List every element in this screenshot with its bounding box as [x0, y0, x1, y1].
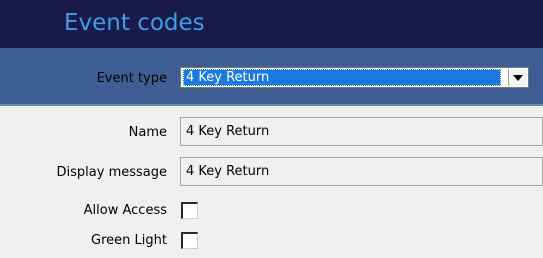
display-message-label: Display message — [56, 165, 167, 180]
allow-access-checkbox[interactable] — [181, 202, 198, 219]
display-message-field[interactable]: 4 Key Return — [180, 157, 543, 186]
green-light-label: Green Light — [91, 233, 167, 248]
event-type-selected-value[interactable]: 4 Key Return — [183, 69, 501, 86]
event-type-select[interactable]: 4 Key Return — [180, 67, 529, 88]
divider — [0, 104, 543, 106]
page-title: Event codes — [64, 10, 205, 36]
name-field[interactable]: 4 Key Return — [180, 117, 543, 146]
name-label: Name — [128, 125, 167, 140]
green-light-checkbox[interactable] — [181, 232, 198, 249]
page-header: Event codes — [0, 0, 543, 48]
allow-access-label: Allow Access — [83, 203, 167, 218]
chevron-down-icon[interactable] — [508, 69, 527, 86]
event-type-label: Event type — [96, 71, 167, 86]
